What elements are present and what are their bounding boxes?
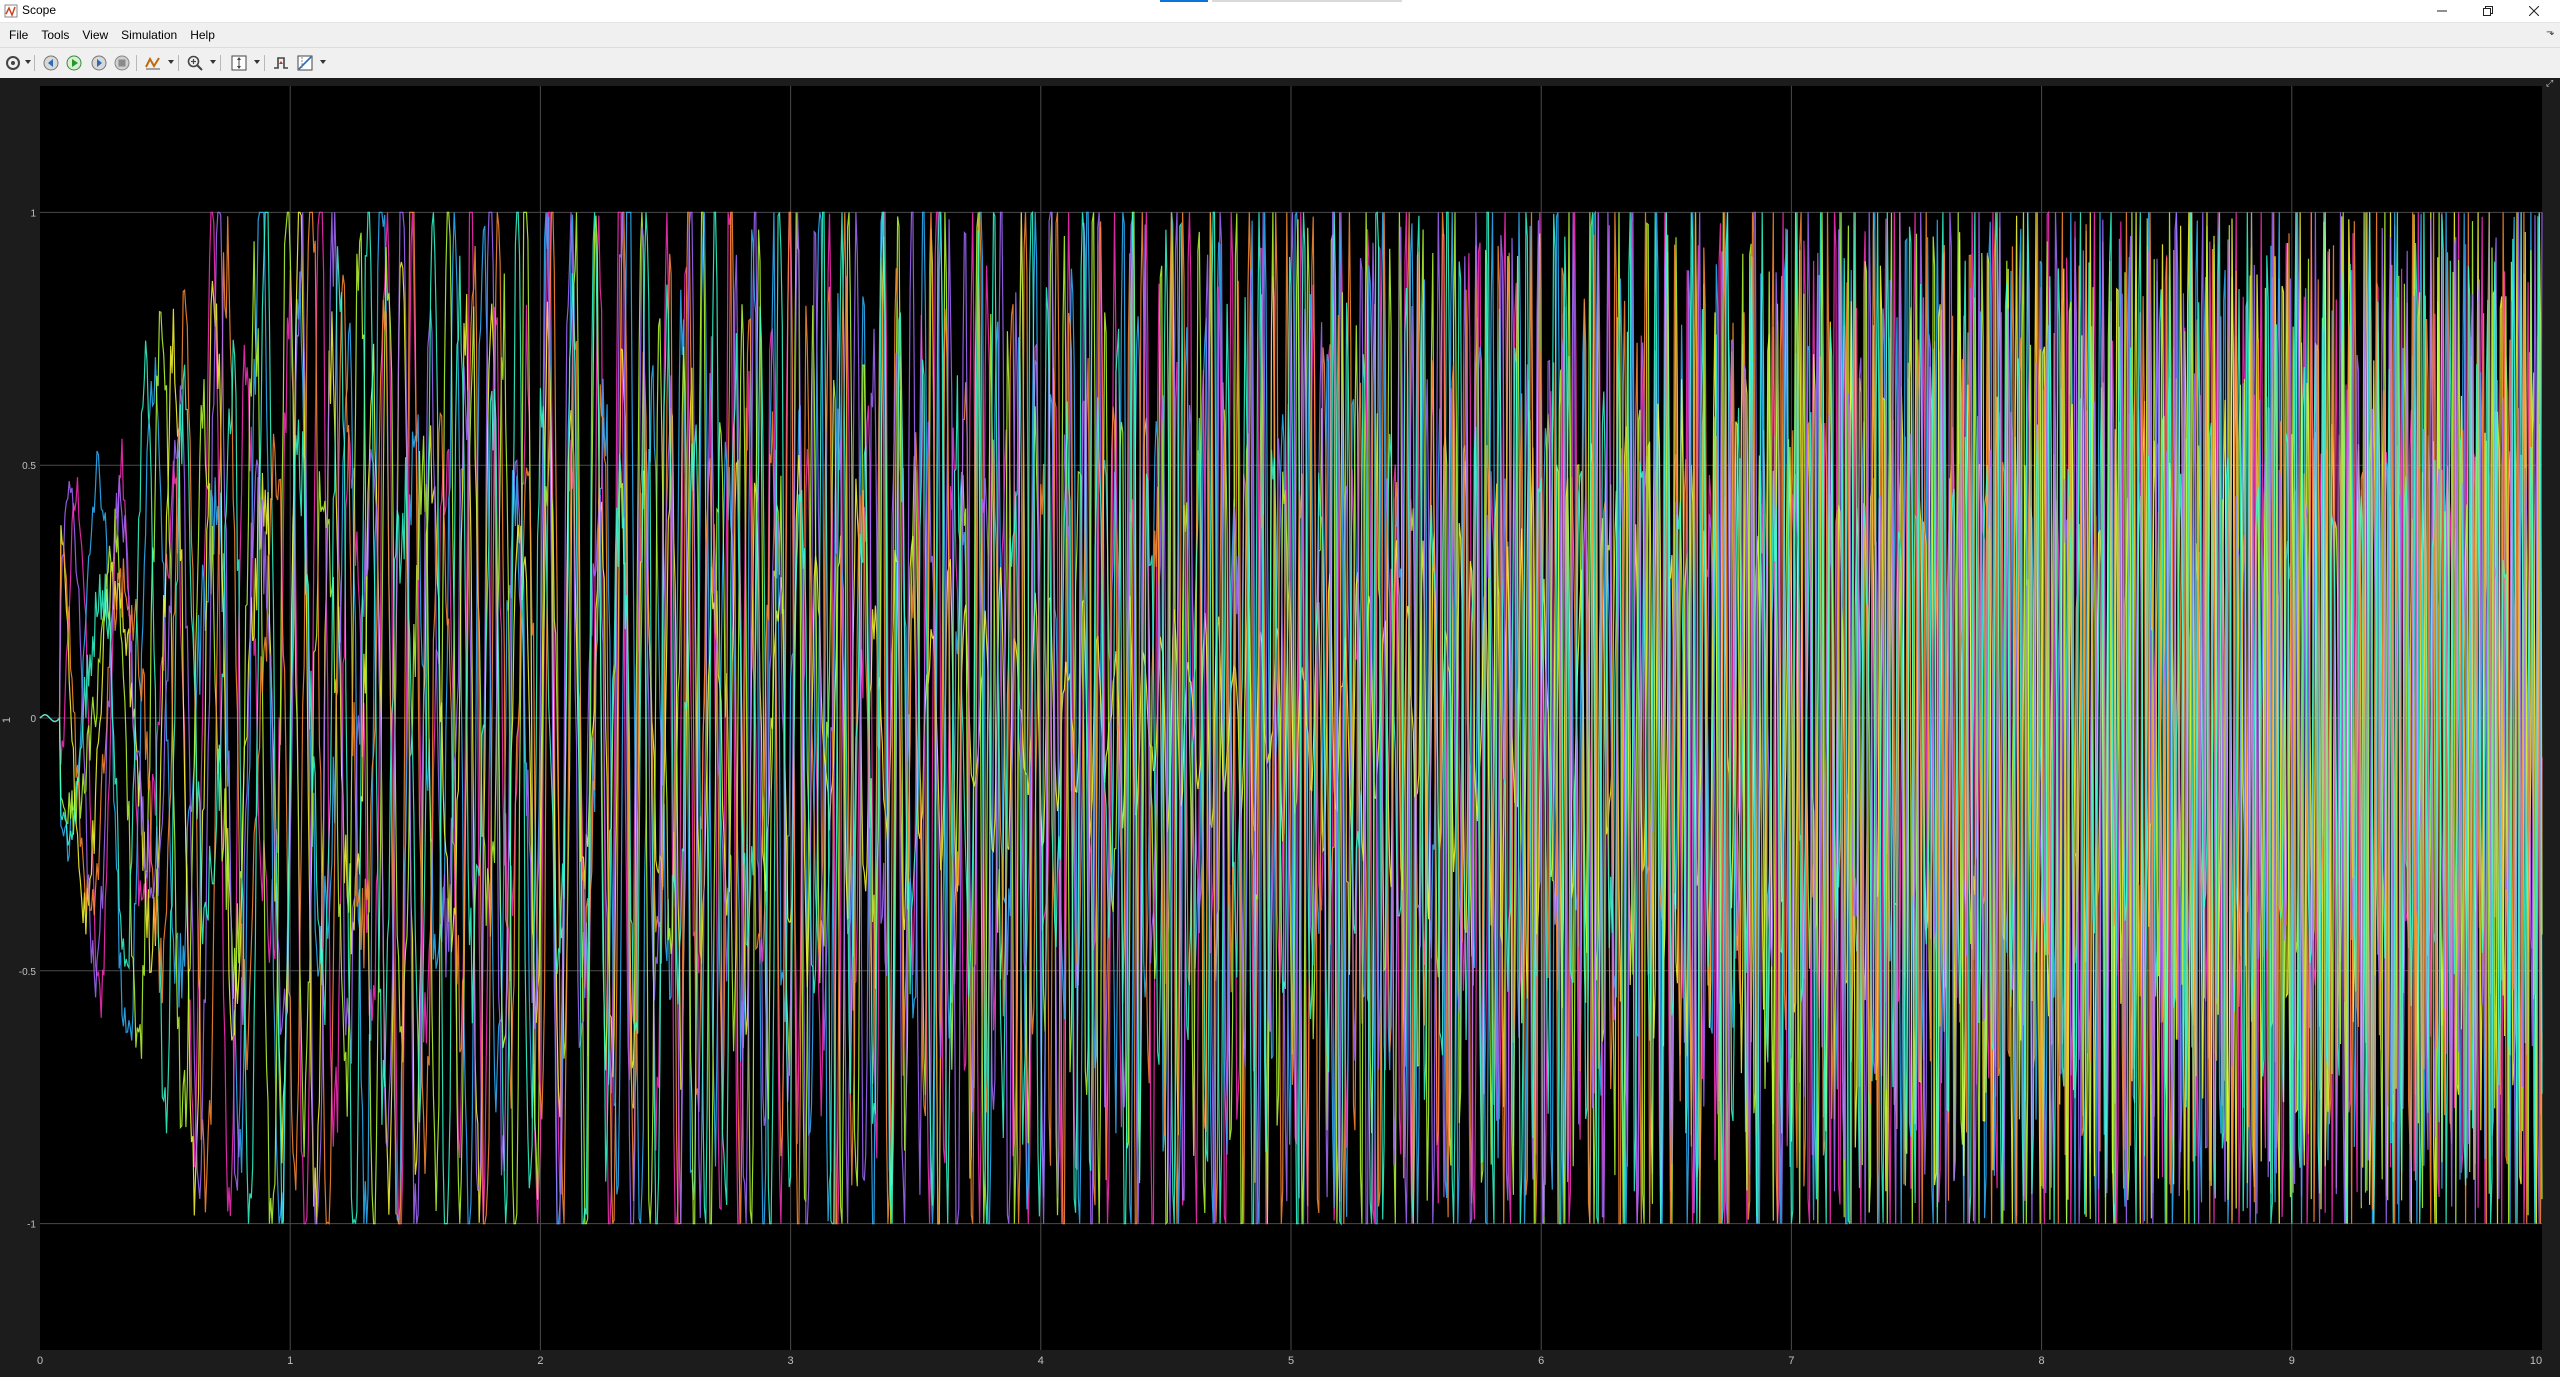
menu-bar: File Tools View Simulation Help ⬎ (0, 24, 2560, 46)
y-tick-label: 0 (30, 714, 36, 725)
y-tick-label: -1 (27, 1220, 36, 1231)
x-tick-label: 2 (537, 1355, 543, 1367)
title-bar: Scope (0, 0, 2560, 23)
x-tick-label: 8 (2039, 1355, 2045, 1367)
scope-plot[interactable]: 0 1 2 3 4 5 6 7 8 9 10 1 0.5 0 -0.5 -1 1 (0, 78, 2560, 1377)
scope-display: ⤢ 0 1 2 3 4 5 6 7 8 9 10 1 0.5 0 -0.5 -1 1 (0, 78, 2560, 1377)
measurements-icon[interactable] (296, 54, 314, 72)
highlight-dropdown-arrow-icon[interactable] (168, 60, 174, 64)
menu-help[interactable]: Help (183, 24, 221, 46)
window-title: Scope (22, 3, 57, 17)
menu-simulation[interactable]: Simulation (114, 24, 183, 46)
zoom-dropdown-arrow-icon[interactable] (210, 60, 216, 64)
step-forward-icon[interactable] (90, 54, 108, 72)
toolbar-separator (220, 55, 221, 71)
x-tick-label: 5 (1288, 1355, 1294, 1367)
settings-gear-icon[interactable] (4, 54, 22, 72)
y-tick-label: 1 (30, 208, 36, 219)
simulink-scope-app-icon (4, 4, 18, 18)
x-tick-label: 1 (287, 1355, 293, 1367)
x-tick-label: 3 (788, 1355, 794, 1367)
toolbar (0, 47, 2560, 79)
y-tick-label: -0.5 (19, 967, 37, 978)
triggers-icon[interactable] (272, 54, 290, 72)
toolbar-separator (34, 55, 35, 71)
minimize-button[interactable] (2420, 0, 2464, 22)
toolbar-separator (136, 55, 137, 71)
step-back-icon[interactable] (42, 54, 60, 72)
measurements-dropdown-arrow-icon[interactable] (320, 60, 326, 64)
x-tick-label: 9 (2289, 1355, 2295, 1367)
close-button[interactable] (2512, 0, 2556, 22)
restore-icon (2483, 6, 2493, 16)
x-tick-label: 4 (1038, 1355, 1044, 1367)
title-accent-bar (1160, 0, 1208, 2)
toolbar-separator (264, 55, 265, 71)
stop-icon[interactable] (113, 54, 131, 72)
scale-dropdown-arrow-icon[interactable] (254, 60, 260, 64)
run-icon[interactable] (65, 54, 83, 72)
title-accent-bar-gray (1212, 0, 1402, 2)
minimize-icon (2437, 10, 2447, 12)
x-tick-labels: 0 1 2 3 4 5 6 7 8 9 10 (37, 1355, 2542, 1367)
x-tick-label: 0 (37, 1355, 43, 1367)
menu-tools[interactable]: Tools (34, 24, 75, 46)
scale-axes-icon[interactable] (230, 54, 248, 72)
undock-icon[interactable]: ⬎ (2546, 28, 2556, 38)
x-tick-label: 7 (1788, 1355, 1794, 1367)
highlight-signal-icon[interactable] (144, 54, 162, 72)
menu-list: File Tools View Simulation Help (2, 24, 221, 46)
y-tick-labels: 1 0.5 0 -0.5 -1 (19, 208, 37, 1230)
y-axis-marker: 1 (1, 717, 13, 723)
y-tick-label: 0.5 (22, 461, 36, 472)
close-icon (2529, 6, 2539, 16)
restore-button[interactable] (2466, 0, 2510, 22)
x-tick-label: 6 (1538, 1355, 1544, 1367)
settings-dropdown-arrow-icon[interactable] (25, 60, 31, 64)
zoom-icon[interactable] (186, 54, 204, 72)
menu-file[interactable]: File (2, 24, 34, 46)
x-tick-label: 10 (2530, 1355, 2542, 1367)
menu-view[interactable]: View (75, 24, 114, 46)
toolbar-separator (178, 55, 179, 71)
